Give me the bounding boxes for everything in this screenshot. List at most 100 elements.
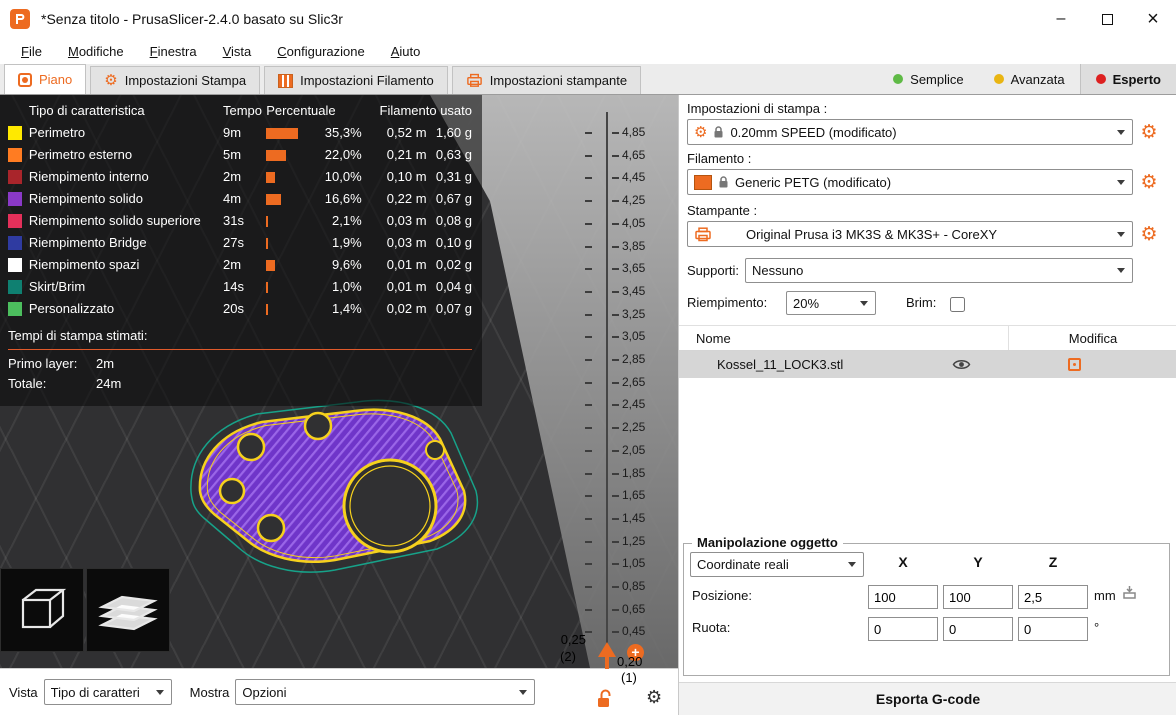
tab-print-settings[interactable]: ⚙ Impostazioni Stampa [90, 66, 261, 94]
rotate-z-input[interactable] [1018, 617, 1088, 641]
slider-settings-gear-icon[interactable]: ⚙ [646, 689, 662, 707]
percent-bar [266, 127, 299, 139]
menu-window[interactable]: Finestra [137, 41, 210, 62]
rotate-label: Ruota: [692, 620, 731, 635]
position-z-input[interactable] [1018, 585, 1088, 609]
position-unit: mm [1094, 588, 1116, 603]
legend-header-percent: Percentuale [266, 102, 336, 118]
view-layers-toggle[interactable] [86, 568, 170, 652]
filament-icon [278, 73, 294, 88]
minimize-button[interactable]: – [1038, 0, 1084, 38]
printer-select[interactable]: Original Prusa i3 MK3S & MK3S+ - CoreXY [687, 221, 1133, 247]
printer-gear-button[interactable]: ⚙ [1137, 222, 1161, 246]
mode-expert[interactable]: Esperto [1079, 64, 1176, 94]
object-manipulation-panel: Manipolazione oggetto Coordinate reali X… [683, 535, 1170, 676]
rotate-y-input[interactable] [943, 617, 1013, 641]
position-x-input[interactable] [868, 585, 938, 609]
feature-color-swatch [8, 191, 22, 206]
maximize-button[interactable] [1084, 0, 1130, 38]
advanced-mode-dot-icon [993, 74, 1004, 84]
prusaslicer-window: *Senza titolo - PrusaSlicer-2.4.0 basato… [0, 0, 1176, 715]
percent-bar [266, 171, 276, 183]
position-label: Posizione: [692, 588, 752, 603]
brim-label: Brim: [906, 295, 937, 310]
slider-track[interactable] [606, 112, 608, 665]
estimates-title: Tempi di stampa stimati: [8, 328, 148, 343]
maximize-icon [1101, 13, 1113, 25]
view-3d-toggle[interactable] [0, 568, 84, 652]
feature-color-swatch [8, 301, 22, 316]
legend-row: Riempimento interno 2m 10,0% 0,10 m 0,31 g [8, 165, 472, 187]
coordinates-select[interactable]: Coordinate reali [690, 552, 864, 577]
view-label: Vista [9, 684, 38, 700]
percent-bar [266, 237, 269, 249]
total-time-label: Totale: [8, 376, 47, 391]
tab-printer-settings[interactable]: Impostazioni stampante [451, 66, 642, 94]
eye-icon[interactable] [952, 358, 971, 371]
object-list-row[interactable]: Kossel_11_LOCK3.stl [679, 351, 1176, 378]
legend-row: Perimetro 9m 35,3% 0,52 m 1,60 g [8, 121, 472, 143]
sliced-object[interactable] [185, 398, 485, 578]
prusaslicer-logo [10, 9, 30, 29]
axis-x-header: X [898, 554, 908, 570]
printer-icon [695, 226, 711, 241]
close-button[interactable]: × [1130, 0, 1176, 38]
menu-edit[interactable]: Modifiche [55, 41, 137, 62]
show-label: Mostra [189, 684, 230, 700]
first-layer-value: 2m [96, 356, 115, 371]
filament-gear-button[interactable]: ⚙ [1137, 170, 1161, 194]
legend-row: Skirt/Brim 14s 1,0% 0,01 m 0,04 g [8, 275, 472, 297]
position-y-input[interactable] [943, 585, 1013, 609]
legend-header-time: Tempo [222, 102, 263, 118]
filament-label: Filamento : [687, 151, 752, 166]
feature-color-swatch [8, 279, 22, 294]
manipulation-title: Manipolazione oggetto [692, 535, 843, 550]
3d-viewport[interactable]: Tipo di caratteristica Tempo Percentuale… [0, 95, 678, 668]
menu-help[interactable]: Aiuto [378, 41, 434, 62]
legend-row: Riempimento Bridge 27s 1,9% 0,03 m 0,10 g [8, 231, 472, 253]
object-list: Nome Modifica Kossel_11_LOCK3.stl [679, 325, 1176, 378]
object-settings-icon[interactable] [1067, 358, 1081, 371]
infill-select[interactable]: 20% [786, 291, 876, 315]
legend-header-type: Tipo di caratteristica [28, 102, 145, 118]
chevron-down-icon [1117, 179, 1125, 185]
mode-advanced[interactable]: Avanzata [979, 64, 1080, 94]
menu-view[interactable]: Vista [210, 41, 265, 62]
slider-handle-upper[interactable] [598, 642, 616, 657]
tab-plater[interactable]: Piano [4, 64, 87, 94]
filament-select[interactable]: Generic PETG (modificato) [687, 169, 1133, 195]
print-settings-select[interactable]: ⚙ 0.20mm SPEED (modificato) [687, 119, 1133, 145]
printer-label: Stampante : [687, 203, 758, 218]
view-type-select[interactable]: Tipo di caratteri [43, 679, 172, 705]
unlock-icon[interactable] [596, 689, 613, 709]
simple-mode-dot-icon [893, 74, 904, 84]
print-settings-gear-button[interactable]: ⚙ [1137, 120, 1161, 144]
feature-color-swatch [8, 257, 22, 272]
mode-simple[interactable]: Semplice [878, 64, 978, 94]
feature-legend: Tipo di caratteristica Tempo Percentuale… [0, 95, 482, 406]
modify-column-header: Modifica [1068, 330, 1118, 346]
brim-checkbox[interactable] [950, 297, 965, 312]
percent-bar [266, 281, 269, 293]
rotate-x-input[interactable] [868, 617, 938, 641]
supports-select[interactable]: Nessuno [745, 258, 1133, 283]
plater-icon [18, 72, 32, 87]
show-options-select[interactable]: Opzioni [235, 679, 536, 705]
chevron-down-icon [848, 562, 856, 567]
view-layers-icon [98, 595, 158, 631]
legend-body: Perimetro 9m 35,3% 0,52 m 1,60 g Perimetro es… [8, 121, 472, 319]
percent-bar [266, 149, 287, 161]
object-list-header: Nome Modifica [679, 325, 1176, 351]
feature-color-swatch [8, 169, 22, 184]
menu-file[interactable]: File [8, 41, 55, 62]
menu-configuration[interactable]: Configurazione [264, 41, 377, 62]
export-gcode-button[interactable]: Esporta G-code [679, 682, 1176, 715]
legend-row: Personalizzato 20s 1,4% 0,02 m 0,07 g [8, 297, 472, 319]
supports-label: Supporti: [687, 263, 740, 278]
add-color-change-icon[interactable]: + [627, 644, 644, 661]
percent-bar [266, 193, 282, 205]
legend-row: Riempimento solido 4m 16,6% 0,22 m 0,67 g [8, 187, 472, 209]
mode-switcher: Semplice Avanzata Esperto [878, 64, 1176, 94]
drop-to-bed-icon[interactable] [1122, 585, 1137, 600]
tab-filament-settings[interactable]: Impostazioni Filamento [264, 66, 448, 94]
